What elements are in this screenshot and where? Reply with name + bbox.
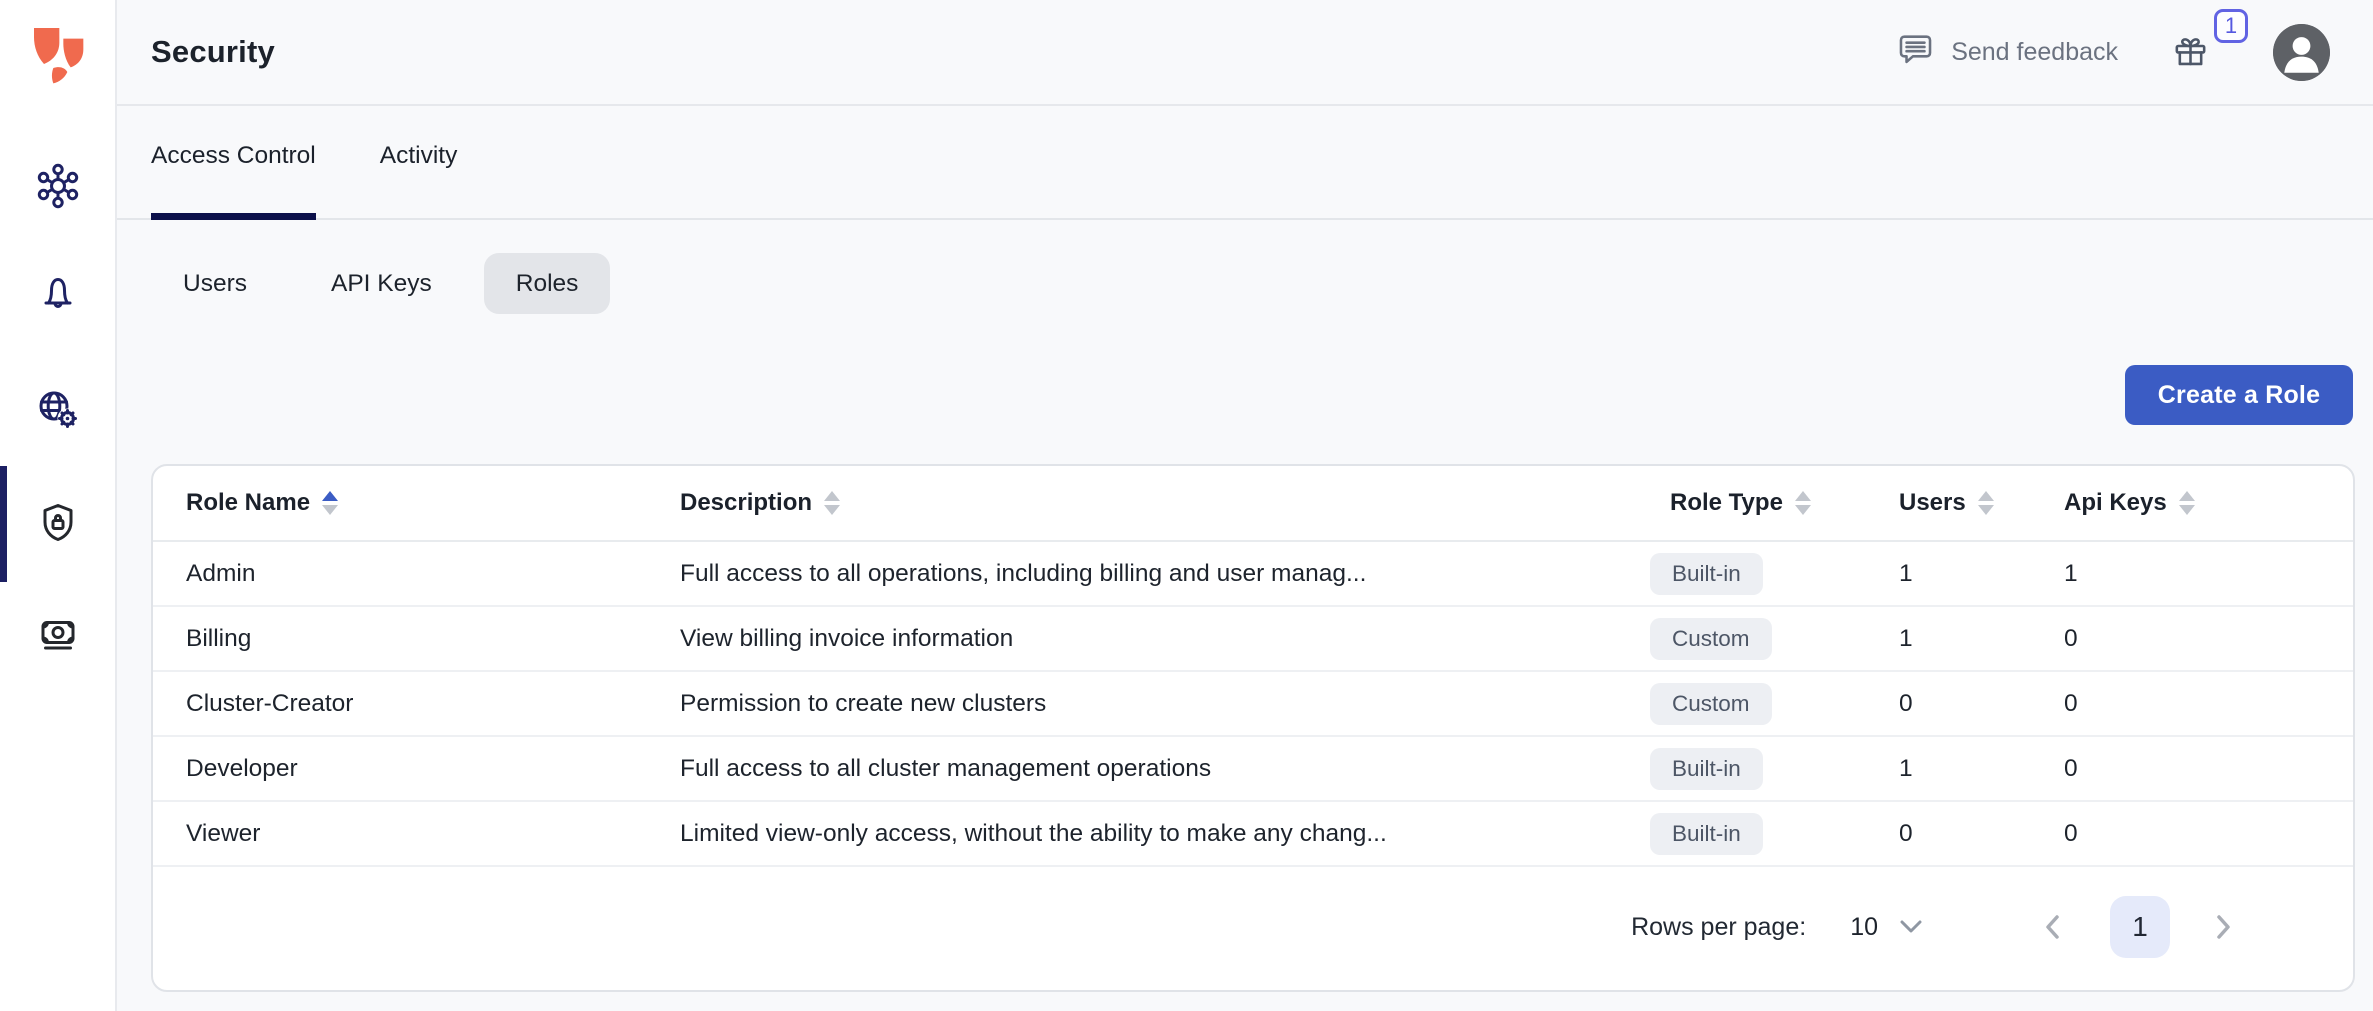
role-type-badge: Built-in [1650,813,1763,855]
feedback-bubble-icon [1895,29,1936,75]
api-keys-count-cell: 0 [2064,690,2353,718]
sort-icon [2179,491,2195,515]
api-keys-count-cell: 1 [2064,560,2353,588]
page-header: Security Send feedback [117,0,2373,106]
users-count-cell: 1 [1899,625,2064,653]
description-cell: Permission to create new clusters [680,690,1670,718]
table-row: Admin Full access to all operations, inc… [153,542,2353,607]
role-type-badge: Built-in [1650,748,1763,790]
sort-icon [824,491,840,515]
roles-table-card: Role Name Description Role Type Users Ap… [151,464,2355,992]
send-feedback-button[interactable]: Send feedback [1895,29,2118,75]
pagination: Rows per page: 10 1 [153,867,2353,987]
role-name-cell: Developer [186,755,680,783]
avatar[interactable] [2273,24,2330,81]
shield-lock-icon [34,498,82,551]
sort-icon [1978,491,1994,515]
sort-icon [322,491,338,515]
rows-per-page-label: Rows per page: [1631,913,1806,942]
description-cell: Full access to all operations, including… [680,560,1670,588]
sidebar-item-billing[interactable] [0,590,115,682]
column-header-role-type[interactable]: Role Type [1670,489,1899,517]
bell-icon [34,269,82,322]
column-header-description[interactable]: Description [680,489,1670,517]
table-row: Viewer Limited view-only access, without… [153,802,2353,867]
sidebar-item-network[interactable] [0,366,115,458]
description-cell: View billing invoice information [680,625,1670,653]
api-keys-count-cell: 0 [2064,755,2353,783]
column-header-role-name[interactable]: Role Name [186,489,680,517]
table-row: Cluster-Creator Permission to create new… [153,672,2353,737]
table-row: Billing View billing invoice information… [153,607,2353,672]
previous-page-button[interactable] [2042,910,2068,944]
chevron-down-icon [1898,913,1924,942]
globe-gear-icon [34,386,82,439]
sort-icon [1795,491,1811,515]
rows-per-page-select[interactable]: 10 [1850,913,1924,942]
column-header-api-keys[interactable]: Api Keys [2064,489,2353,517]
subtab-roles[interactable]: Roles [484,253,611,314]
api-keys-count-cell: 0 [2064,820,2353,848]
sidebar [0,0,117,1011]
role-name-cell: Cluster-Creator [186,690,680,718]
role-type-badge: Custom [1650,683,1772,725]
subtab-users[interactable]: Users [151,253,279,314]
send-feedback-label: Send feedback [1951,38,2118,67]
banknote-icon [34,610,82,663]
role-type-badge: Built-in [1650,553,1763,595]
cluster-icon [34,162,82,215]
role-name-cell: Admin [186,560,680,588]
gift-count-badge: 1 [2214,9,2248,43]
page-number-button[interactable]: 1 [2110,896,2170,958]
role-name-cell: Viewer [186,820,680,848]
page-title: Security [151,34,275,70]
users-count-cell: 1 [1899,560,2064,588]
actions-row: Create a Role [117,365,2353,425]
main-content: Security Send feedback [117,0,2373,1011]
gift-icon [2170,60,2211,77]
users-count-cell: 1 [1899,755,2064,783]
users-count-cell: 0 [1899,690,2064,718]
subtab-api-keys[interactable]: API Keys [299,253,464,314]
description-cell: Full access to all cluster management op… [680,755,1670,783]
role-type-badge: Custom [1650,618,1772,660]
rows-per-page-value: 10 [1850,913,1878,942]
description-cell: Limited view-only access, without the ab… [680,820,1670,848]
users-count-cell: 0 [1899,820,2064,848]
tab-access-control[interactable]: Access Control [151,106,316,220]
next-page-button[interactable] [2212,910,2238,944]
column-header-users[interactable]: Users [1899,489,2064,517]
api-keys-count-cell: 0 [2064,625,2353,653]
table-header-row: Role Name Description Role Type Users Ap… [153,466,2353,542]
tab-bar: Access Control Activity [117,106,2373,220]
app-logo-icon[interactable] [26,20,90,84]
sidebar-item-alerts[interactable] [0,249,115,341]
role-name-cell: Billing [186,625,680,653]
create-role-button[interactable]: Create a Role [2125,365,2353,425]
subtab-bar: Users API Keys Roles [151,253,2373,314]
sidebar-item-security[interactable] [0,478,115,570]
sidebar-item-clusters[interactable] [0,142,115,234]
tab-activity[interactable]: Activity [380,106,458,220]
table-row: Developer Full access to all cluster man… [153,737,2353,802]
gift-button[interactable]: 1 [2170,31,2211,73]
